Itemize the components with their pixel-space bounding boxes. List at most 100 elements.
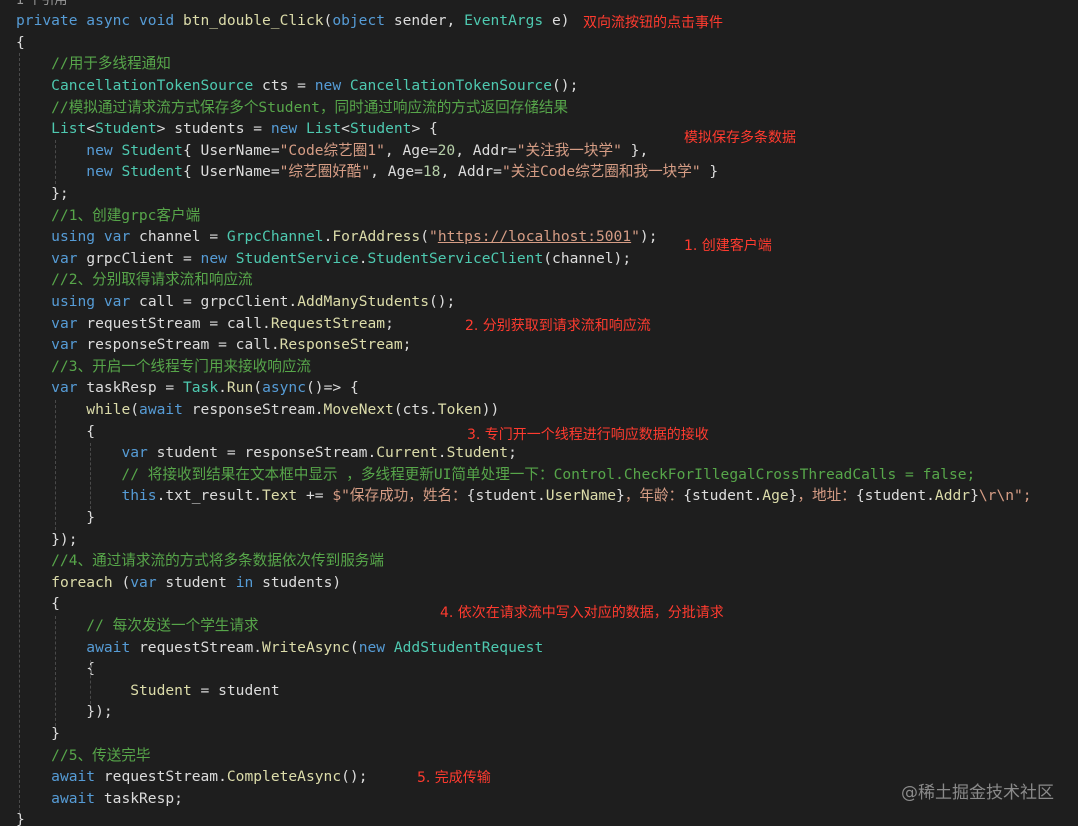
watermark: @稀土掘金技术社区 — [901, 783, 1054, 803]
code-token: RequestStream — [270, 314, 386, 332]
code-token: , Age= — [370, 163, 423, 181]
code-token: await — [86, 638, 140, 656]
code-token: 1 个引用 — [16, 0, 68, 8]
code-line: 1 个引用 — [16, 0, 67, 10]
code-token: .txt_result. — [156, 487, 263, 505]
code-token: CompleteAsync — [226, 768, 342, 786]
indent-guide-outer — [19, 53, 20, 813]
code-line: while(await responseStream.MoveNext(cts.… — [16, 399, 499, 421]
code-token: . — [437, 444, 447, 462]
code-line: var student = responseStream.Current.Stu… — [16, 442, 517, 464]
annotation-complete: 5. 完成传输 — [417, 770, 491, 786]
code-line: //3、开启一个线程专门用来接收响应流 — [16, 356, 311, 378]
code-line: } — [16, 809, 25, 826]
code-token: object — [332, 12, 394, 30]
code-token: btn_double_Click — [182, 12, 324, 30]
code-line: }; — [16, 183, 69, 205]
indent-guide-while — [90, 443, 91, 509]
annotation-click-event: 双向流按钮的点击事件 — [583, 15, 723, 31]
code-token: new — [358, 638, 394, 656]
code-token: , Age= — [384, 141, 438, 159]
code-token: while — [86, 400, 131, 418]
code-token: . — [358, 249, 368, 267]
code-token: ForAddress — [332, 228, 421, 246]
code-line: //4、通过请求流的方式将多条数据依次传到服务端 — [16, 550, 384, 572]
code-line: using var channel = GrpcChannel.ForAddre… — [16, 226, 657, 248]
code-token: e) — [552, 12, 570, 30]
code-token: 20 — [437, 141, 456, 159]
code-line: } — [16, 723, 60, 745]
code-token: Token — [437, 400, 482, 418]
code-line: private async void btn_double_Click(obje… — [16, 10, 570, 32]
code-token: using var — [51, 228, 140, 246]
code-token: ; — [508, 444, 517, 462]
code-token: Task — [182, 379, 219, 397]
code-token: }); — [16, 703, 113, 721]
code-token: ( — [349, 638, 359, 656]
code-token: new — [86, 163, 122, 181]
code-token: " — [631, 228, 640, 246]
code-token: } — [16, 811, 25, 826]
code-token: Student — [446, 444, 509, 462]
code-token: var — [51, 314, 87, 332]
code-line: this.txt_result.Text += $"保存成功，姓名：{stude… — [16, 485, 1031, 507]
code-token: this — [121, 487, 157, 505]
code-token: requestStream. — [139, 638, 263, 656]
code-token: ; — [385, 314, 394, 332]
code-token: StudentServiceClient — [367, 249, 544, 267]
code-token: > { — [411, 120, 438, 138]
code-token: Student — [130, 681, 201, 699]
code-token: Student — [95, 120, 157, 138]
code-token: // 将接收到结果在文本框中显示 ，多线程更新UI简单处理一下：Control.… — [16, 465, 976, 483]
code-token: } — [970, 487, 979, 505]
indent-guide-list — [55, 140, 56, 184]
code-token: {student. — [683, 487, 763, 505]
code-token: (channel); — [543, 249, 632, 267]
code-token: var — [130, 573, 166, 591]
code-token: "关注Code综艺圈和我一块学" — [501, 163, 701, 181]
annotation-receive-thread: 3. 专门开一个线程进行响应数据的接收 — [467, 427, 709, 443]
code-token: . — [218, 379, 227, 397]
code-token: UserName — [545, 487, 617, 505]
code-editor[interactable]: 1 个引用 private async void btn_double_Click… — [0, 0, 1078, 826]
code-line: CancellationTokenSource cts = new Cancel… — [16, 75, 578, 97]
code-token: 18 — [422, 163, 441, 181]
annotation-write-requests: 4. 依次在请求流中写入对应的数据，分批请求 — [440, 605, 724, 621]
code-token: < — [86, 120, 96, 138]
code-line: var responseStream = call.ResponseStream… — [16, 334, 411, 356]
code-token: call = grpcClient. — [139, 292, 298, 310]
code-token: taskResp = — [86, 379, 183, 397]
code-token: ()=> { — [306, 379, 359, 397]
code-token: Student — [349, 120, 412, 138]
code-token: sender, — [393, 12, 465, 30]
code-token: new — [200, 249, 236, 267]
indent-guide-request — [90, 660, 91, 704]
code-token: " — [429, 228, 438, 246]
code-token: ( — [130, 400, 140, 418]
code-token: } — [16, 724, 60, 742]
code-token: Student — [121, 163, 183, 181]
code-line: new Student{ UserName="综艺圈好酷", Age=18, A… — [16, 161, 718, 183]
code-token: //3、开启一个线程专门用来接收响应流 — [16, 357, 312, 375]
code-token: new — [270, 120, 307, 138]
code-token: (); — [428, 292, 456, 310]
code-token: { — [16, 595, 60, 613]
code-token: cts = — [262, 76, 315, 94]
code-token: WriteAsync — [262, 638, 350, 656]
code-token: GrpcChannel — [226, 228, 324, 246]
code-token: ( — [253, 379, 263, 397]
code-token: responseStream = call. — [86, 336, 280, 354]
code-token: Student — [121, 141, 183, 159]
code-token: CancellationTokenSource — [51, 76, 263, 94]
code-line: new Student{ UserName="Code综艺圈1", Age=20… — [16, 140, 648, 162]
code-token: AddManyStudents — [297, 292, 429, 310]
code-line: //模拟通过请求流方式保存多个Student，同时通过响应流的方式返回存储结果 — [16, 97, 568, 119]
code-token: //4、通过请求流的方式将多条数据依次传到服务端 — [16, 552, 384, 570]
